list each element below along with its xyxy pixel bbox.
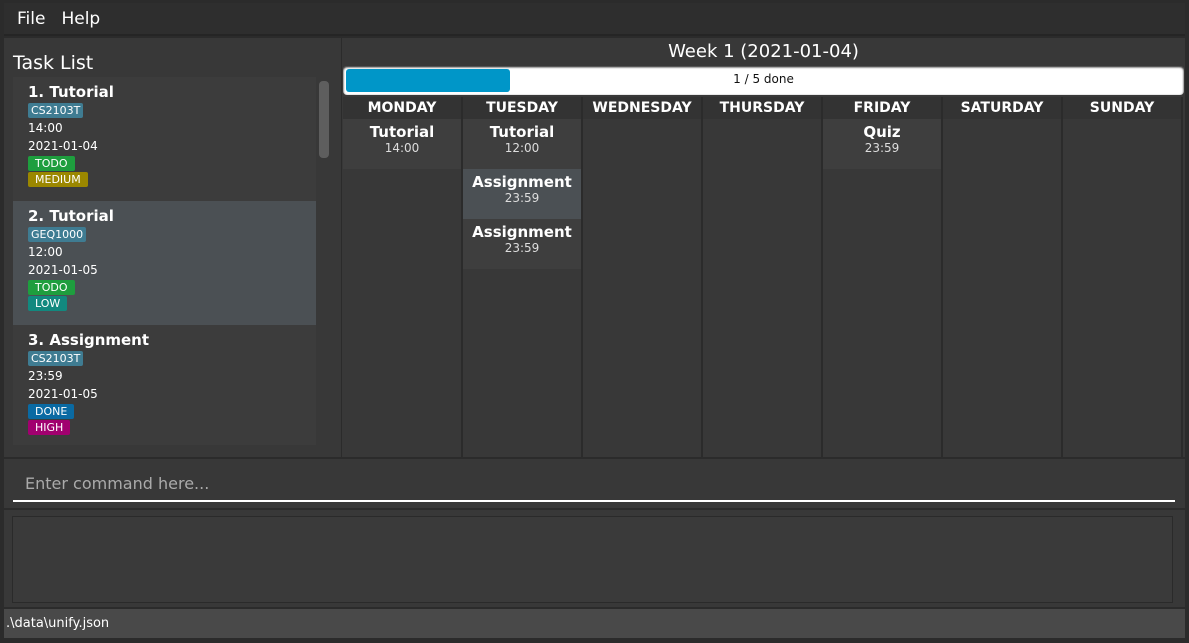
module-tag: CS2103T xyxy=(28,351,84,366)
event-name: Assignment xyxy=(472,223,572,241)
menu-file[interactable]: File xyxy=(17,9,45,29)
event-time: 23:59 xyxy=(504,191,540,205)
task-date: 2021-01-05 xyxy=(28,263,98,277)
day-header: MONDAY xyxy=(343,97,461,119)
day-column: FRIDAY Quiz 23:59 xyxy=(823,97,943,457)
day-column: WEDNESDAY xyxy=(583,97,703,457)
priority-tag: LOW xyxy=(28,296,68,311)
event-time: 23:59 xyxy=(504,241,540,255)
task-time: 23:59 xyxy=(28,369,63,383)
day-header: THURSDAY xyxy=(703,97,821,119)
task-list-panel: Task List 1. Tutorial CS2103T 14:00 2021… xyxy=(4,38,341,457)
calendar-event[interactable]: Quiz 23:59 xyxy=(823,119,941,169)
task-title: 1. Tutorial xyxy=(28,83,114,101)
task-list: 1. Tutorial CS2103T 14:00 2021-01-04 TOD… xyxy=(13,77,316,445)
event-name: Tutorial xyxy=(369,123,435,141)
day-header: SUNDAY xyxy=(1063,97,1181,119)
task-title: 2. Tutorial xyxy=(28,207,114,225)
priority-tag: MEDIUM xyxy=(28,172,88,187)
menu-bar: File Help xyxy=(4,3,1185,36)
command-input[interactable] xyxy=(13,467,1175,502)
status-tag: TODO xyxy=(28,156,75,171)
module-tag: CS2103T xyxy=(28,103,84,118)
event-name: Quiz xyxy=(863,123,901,141)
module-tag: GEQ1000 xyxy=(28,227,87,242)
calendar-event[interactable]: Tutorial 14:00 xyxy=(343,119,461,169)
event-time: 12:00 xyxy=(504,141,540,155)
calendar-panel: Week 1 (2021-01-04) 1 / 5 done MONDAY Tut… xyxy=(342,38,1185,457)
command-box xyxy=(4,459,1185,508)
progress-bar: 1 / 5 done xyxy=(343,66,1184,95)
day-header: WEDNESDAY xyxy=(583,97,701,119)
task-card[interactable]: 1. Tutorial CS2103T 14:00 2021-01-04 TOD… xyxy=(13,77,316,201)
event-name: Assignment xyxy=(472,173,572,191)
task-card[interactable]: 3. Assignment CS2103T 23:59 2021-01-05 D… xyxy=(13,325,316,445)
day-column: MONDAY Tutorial 14:00 xyxy=(343,97,463,457)
day-header: FRIDAY xyxy=(823,97,941,119)
task-date: 2021-01-04 xyxy=(28,139,98,153)
week-days: MONDAY Tutorial 14:00 TUESDAY Tutorial 12:00 A… xyxy=(343,97,1183,457)
task-date: 2021-01-05 xyxy=(28,387,98,401)
task-time: 14:00 xyxy=(28,121,63,135)
priority-tag: HIGH xyxy=(28,420,71,435)
day-column: THURSDAY xyxy=(703,97,823,457)
task-time: 12:00 xyxy=(28,245,63,259)
day-header: TUESDAY xyxy=(463,97,581,119)
task-list-title: Task List xyxy=(13,52,94,74)
progress-text: 1 / 5 done xyxy=(733,72,794,86)
day-column: SUNDAY xyxy=(1063,97,1183,457)
result-text xyxy=(12,516,1173,603)
task-title: 3. Assignment xyxy=(28,331,150,349)
result-display xyxy=(4,510,1185,607)
day-column: SATURDAY xyxy=(943,97,1063,457)
event-name: Tutorial xyxy=(489,123,555,141)
day-column: TUESDAY Tutorial 12:00 Assignment 23:59 Assig… xyxy=(463,97,583,457)
status-tag: TODO xyxy=(28,280,75,295)
calendar-event[interactable]: Assignment 23:59 xyxy=(463,169,581,219)
status-tag: DONE xyxy=(28,404,75,419)
scrollbar[interactable] xyxy=(319,81,329,158)
calendar-event[interactable]: Tutorial 12:00 xyxy=(463,119,581,169)
menu-help[interactable]: Help xyxy=(61,9,100,29)
event-time: 14:00 xyxy=(384,141,420,155)
event-time: 23:59 xyxy=(864,141,900,155)
calendar-event[interactable]: Assignment 23:59 xyxy=(463,219,581,269)
week-title: Week 1 (2021-01-04) xyxy=(668,41,859,62)
day-header: SATURDAY xyxy=(943,97,1061,119)
status-bar-path: .\data\unify.json xyxy=(4,609,1185,638)
task-card[interactable]: 2. Tutorial GEQ1000 12:00 2021-01-05 TOD… xyxy=(13,201,316,325)
